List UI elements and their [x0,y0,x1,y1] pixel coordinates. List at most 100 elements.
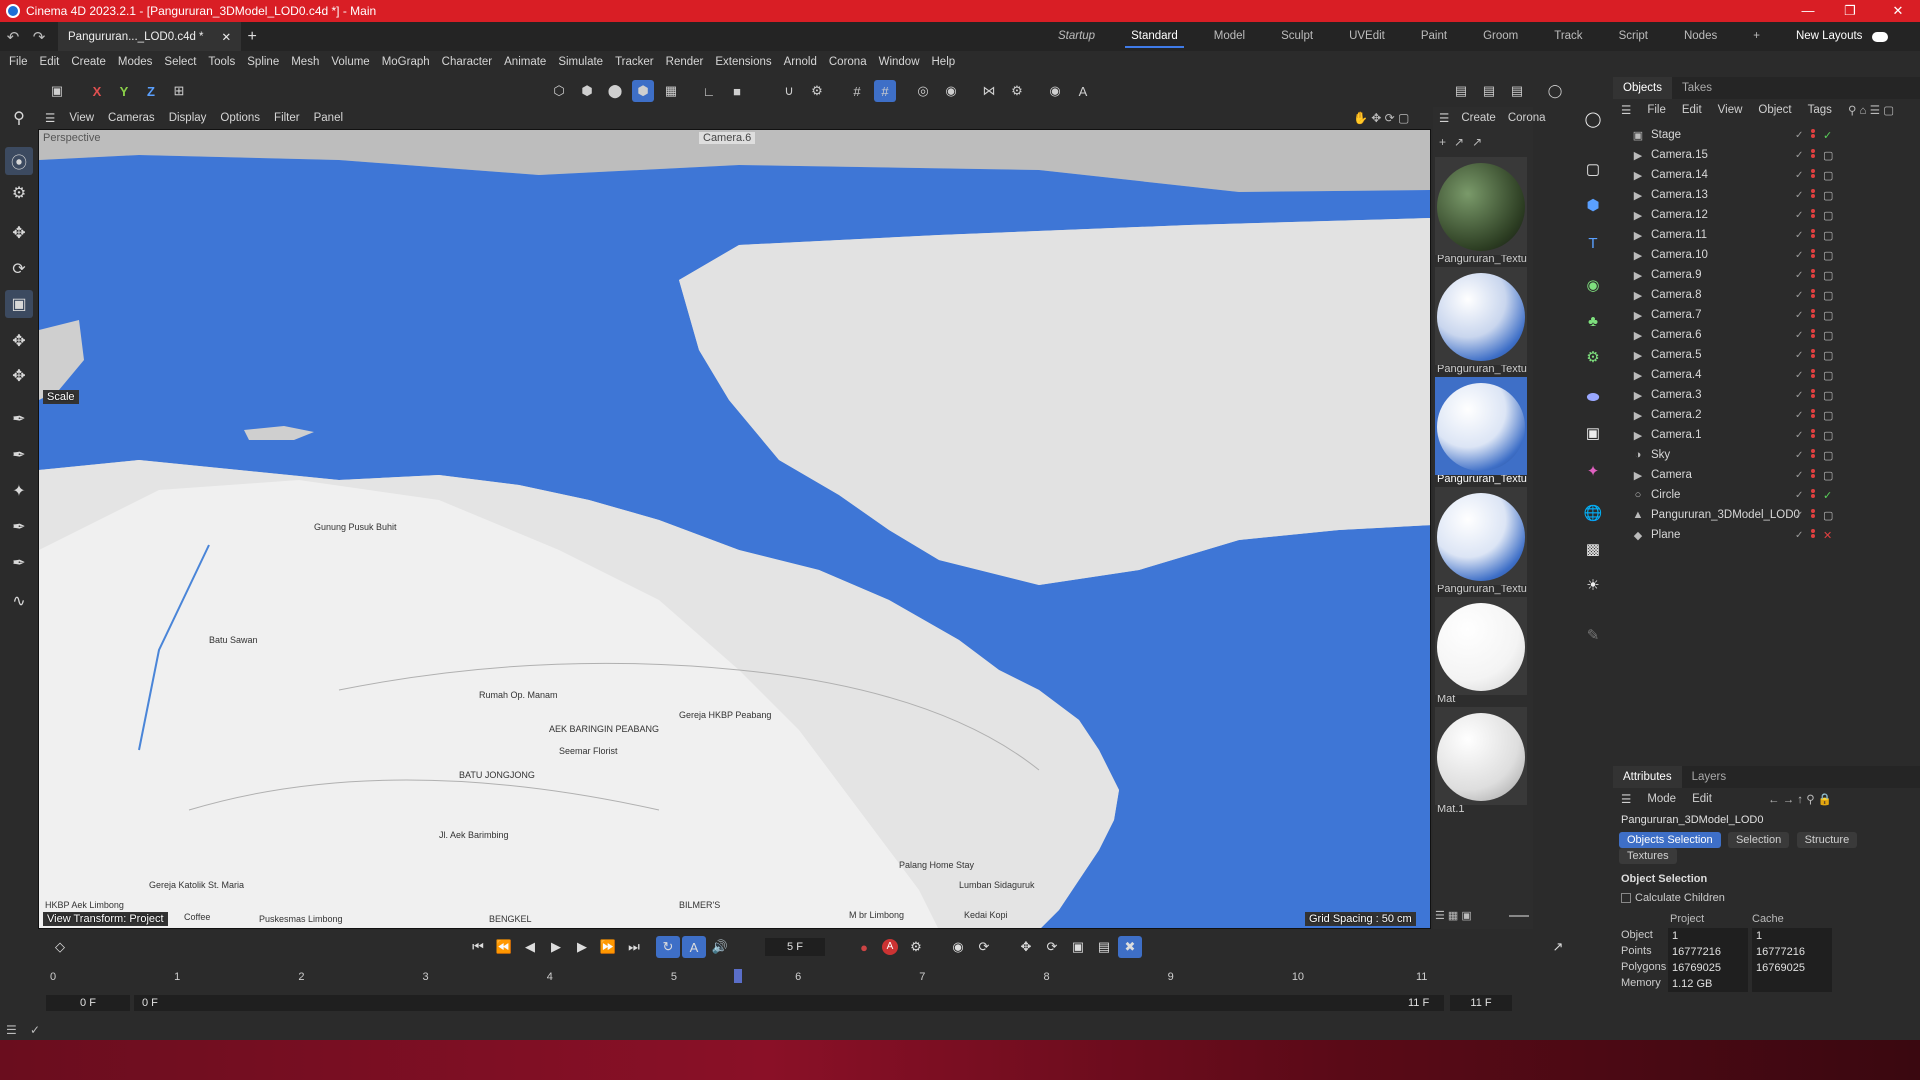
sketch-tool-icon[interactable]: ✒ [5,441,33,469]
material-arrow-icon[interactable]: ↗ [1454,135,1464,149]
object-tag-icon[interactable]: ✓ [1823,129,1832,142]
material-slot[interactable]: Pangururan_Textu [1435,157,1527,265]
close-tab-icon[interactable]: ✕ [222,30,232,44]
menu-window[interactable]: Window [873,56,926,68]
object-row[interactable]: ▶ Camera.1 ✓ ▢ [1613,425,1920,445]
arnold-icon[interactable]: A [1072,80,1094,102]
loop-icon[interactable]: ↻ [656,936,680,958]
visibility-dots[interactable] [1811,308,1817,322]
attributes-menu-edit[interactable]: Edit [1684,793,1720,805]
visibility-dots[interactable] [1811,448,1817,462]
viewport-camera-label[interactable]: Camera.6 [699,132,756,144]
objects-menu-tags[interactable]: Tags [1800,104,1840,116]
new-tab-button[interactable]: + [241,28,263,46]
sound-icon[interactable]: 🔊 [708,936,732,958]
visibility-dots[interactable] [1811,228,1817,242]
layer-icon[interactable]: ✓ [1795,330,1803,341]
menu-arnold[interactable]: Arnold [778,56,823,68]
menu-character[interactable]: Character [436,56,499,68]
viewport-projection-label[interactable]: Perspective [43,132,100,144]
layer-icon[interactable]: ✓ [1795,510,1803,521]
layer-icon[interactable]: ✓ [1795,470,1803,481]
effector-icon[interactable]: ⚙ [1579,343,1607,371]
render-view-icon[interactable]: ▤ [1450,80,1472,102]
maximize-button[interactable]: ❐ [1830,0,1870,22]
layer-icon[interactable]: ✓ [1795,490,1803,501]
x-axis-lock[interactable]: X [86,80,108,102]
goto-start-icon[interactable]: ⏮ [466,936,490,958]
layer-icon[interactable]: ✓ [1795,410,1803,421]
object-tag-icon[interactable]: ▢ [1823,189,1833,202]
layout-track[interactable]: Track [1536,22,1600,51]
key-param-icon[interactable]: ⟳ [1040,936,1064,958]
menu-help[interactable]: Help [926,56,962,68]
visibility-icon[interactable]: ◉ [1044,80,1066,102]
object-tag-icon[interactable]: ▢ [1823,269,1833,282]
calculate-children-row[interactable]: Calculate Children [1621,892,1725,904]
autokey-mode-icon[interactable]: A [682,936,706,958]
object-row[interactable]: ▲ Pangururan_3DModel_LOD0 ✓ ▢ [1613,505,1920,525]
objects-toolbar-icons[interactable]: ⚲ ⌂ ☰ ▢ [1840,103,1902,117]
close-window-button[interactable]: ✕ [1878,0,1918,22]
solo-mode-icon[interactable]: ■ [726,80,748,102]
menu-tools[interactable]: Tools [202,56,241,68]
object-row[interactable]: ▶ Camera.9 ✓ ▢ [1613,265,1920,285]
preview-start-field[interactable]: 0 F [46,995,130,1011]
render-active-icon[interactable]: ◉ [940,80,962,102]
visibility-dots[interactable] [1811,288,1817,302]
next-frame-icon[interactable]: ▶ [570,936,594,958]
polygon-pen-icon[interactable]: ✦ [5,477,33,505]
viewport-menu-display[interactable]: Display [162,112,214,124]
object-tag-icon[interactable]: ▢ [1823,349,1833,362]
generator-icon[interactable]: ⬢ [1579,191,1607,219]
document-tab[interactable]: Pangururan..._LOD0.c4d * ✕ [58,22,242,51]
deformer-icon[interactable]: ⬬ [1579,383,1607,411]
visibility-dots[interactable] [1811,248,1817,262]
visibility-dots[interactable] [1811,208,1817,222]
visibility-dots[interactable] [1811,368,1817,382]
object-tag-icon[interactable]: ▢ [1823,289,1833,302]
visibility-dots[interactable] [1811,188,1817,202]
material-link-icon[interactable]: ↗ [1472,135,1482,149]
spline-object-icon[interactable]: ✦ [1579,457,1607,485]
object-row[interactable]: ▶ Camera.2 ✓ ▢ [1613,405,1920,425]
objects-menu-object[interactable]: Object [1750,104,1799,116]
object-tag-icon[interactable]: ▢ [1823,149,1833,162]
object-tag-icon[interactable]: ▢ [1823,229,1833,242]
workplane-snap-icon[interactable]: # [874,80,896,102]
tab-layers[interactable]: Layers [1682,766,1737,788]
subtab-textures[interactable]: Textures [1619,848,1677,864]
visibility-dots[interactable] [1811,148,1817,162]
record-icon[interactable]: ● [852,936,876,958]
layout-model[interactable]: Model [1196,22,1263,51]
object-row[interactable]: ▶ Camera.10 ✓ ▢ [1613,245,1920,265]
object-row[interactable]: ▶ Camera.15 ✓ ▢ [1613,145,1920,165]
selection-options-icon[interactable]: ⚙ [5,179,33,207]
attributes-menu-mode[interactable]: Mode [1639,793,1684,805]
object-row[interactable]: ▣ Stage ✓ ✓ [1613,125,1920,145]
object-row[interactable]: ▶ Camera.4 ✓ ▢ [1613,365,1920,385]
layer-icon[interactable]: ✓ [1795,290,1803,301]
motion-tracker-icon[interactable]: ✖ [1118,936,1142,958]
tab-objects[interactable]: Objects [1613,77,1672,99]
visibility-dots[interactable] [1811,328,1817,342]
cloner-icon[interactable]: ♣ [1579,307,1607,335]
keyframe-icon[interactable]: ◇ [48,936,72,958]
object-tag-icon[interactable]: ▢ [1823,429,1833,442]
layer-icon[interactable]: ✓ [1795,310,1803,321]
viewport-menu-filter[interactable]: Filter [267,112,307,124]
key-rotation-icon[interactable]: ⟳ [972,936,996,958]
viewport-menu-options[interactable]: Options [213,112,267,124]
object-row[interactable]: ○ Circle ✓ ✓ [1613,485,1920,505]
layer-icon[interactable]: ✓ [1795,210,1803,221]
axis-tool-icon[interactable]: ✥ [5,362,33,390]
keyframe-settings-icon[interactable]: ⚙ [904,936,928,958]
object-tag-icon[interactable]: ▢ [1823,469,1833,482]
tab-takes[interactable]: Takes [1672,77,1722,99]
layer-icon[interactable]: ✓ [1795,130,1803,141]
snap-settings-icon[interactable]: ⚙ [806,80,828,102]
objects-menu-file[interactable]: File [1639,104,1674,116]
object-row[interactable]: ▶ Camera.14 ✓ ▢ [1613,165,1920,185]
object-tag-icon[interactable]: ▢ [1823,309,1833,322]
object-row[interactable]: ▶ Camera.12 ✓ ▢ [1613,205,1920,225]
